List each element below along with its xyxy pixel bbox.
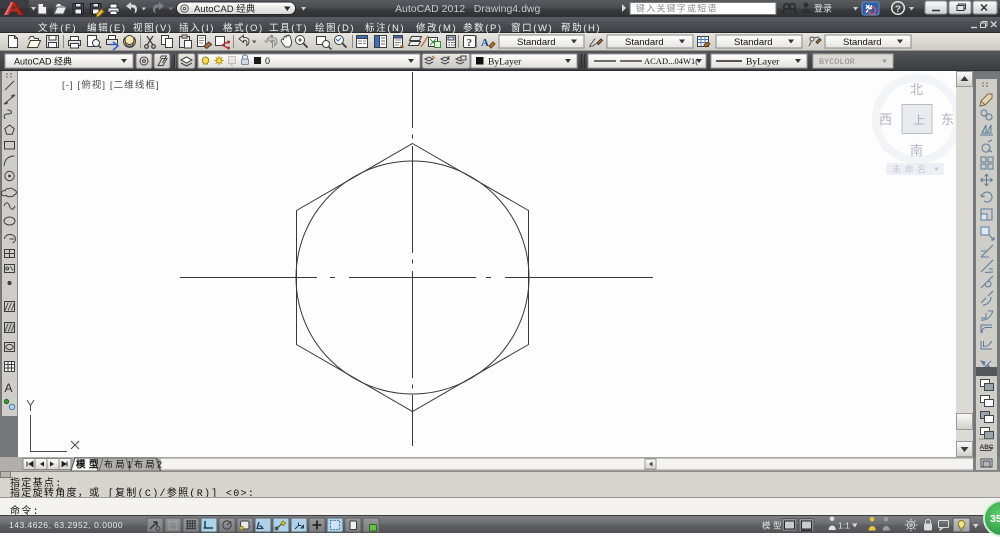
svg-text:北: 北 [910, 82, 923, 97]
svg-text:ACAD...04W1(: ACAD...04W1( [644, 56, 698, 66]
svg-text:键入关键字或短语: 键入关键字或短语 [636, 3, 718, 14]
svg-text:上: 上 [913, 113, 925, 127]
svg-text:东: 东 [941, 112, 954, 127]
svg-text:登录: 登录 [814, 4, 832, 14]
svg-text:模型: 模型 [76, 459, 102, 471]
svg-text:Standard: Standard [734, 37, 773, 48]
svg-text:ByLayer: ByLayer [488, 58, 522, 68]
svg-text:143.4626, 63.2952, 0.0000: 143.4626, 63.2952, 0.0000 [9, 520, 123, 530]
svg-text:?: ? [895, 4, 901, 15]
svg-text:布局1: 布局1 [104, 459, 135, 470]
svg-text:Standard: Standard [843, 37, 882, 48]
svg-text:?: ? [467, 37, 473, 49]
svg-text:A: A [481, 37, 489, 49]
svg-text:BYCOLOR: BYCOLOR [819, 57, 855, 67]
svg-text:A: A [5, 381, 13, 395]
svg-text:南: 南 [910, 143, 923, 158]
svg-text:西: 西 [879, 112, 892, 127]
svg-text:模型: 模型 [762, 521, 784, 531]
svg-text:1:1: 1:1 [838, 521, 850, 531]
svg-text:AutoCAD 经典: AutoCAD 经典 [14, 56, 72, 67]
svg-text:0: 0 [265, 56, 270, 66]
svg-text:ByLayer: ByLayer [746, 58, 780, 68]
svg-text:Standard: Standard [625, 37, 664, 48]
svg-text:未命名: 未命名 [892, 164, 930, 175]
svg-text:AutoCAD 经典: AutoCAD 经典 [194, 3, 256, 15]
svg-text:Standard: Standard [517, 37, 556, 48]
svg-text:布局2: 布局2 [134, 459, 165, 470]
svg-text:AutoCAD 2012 Drawing4.dwg: AutoCAD 2012 Drawing4.dwg [395, 3, 540, 15]
